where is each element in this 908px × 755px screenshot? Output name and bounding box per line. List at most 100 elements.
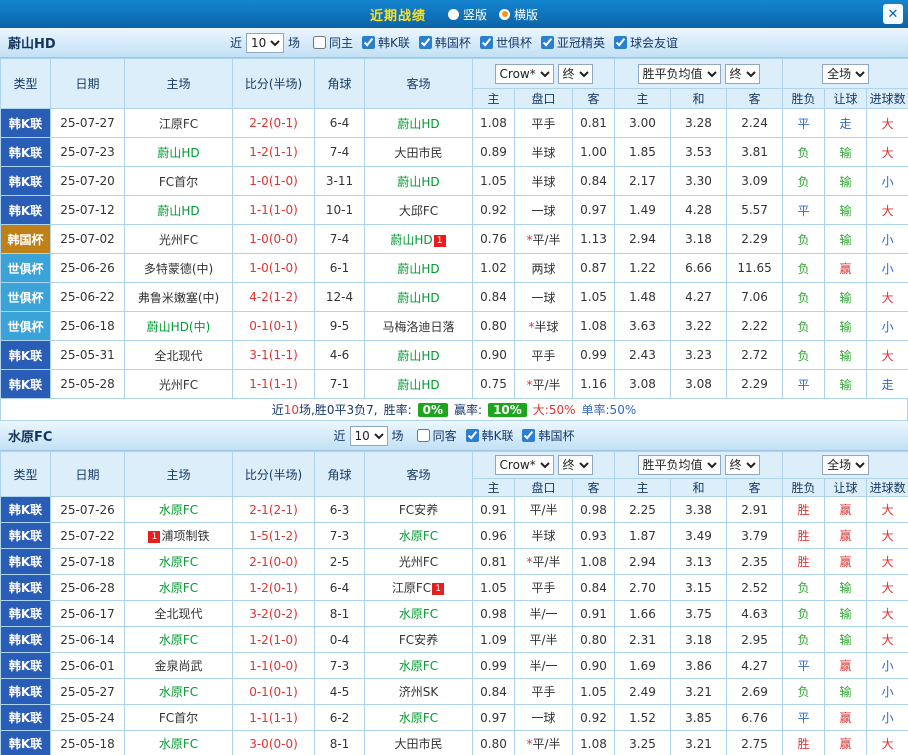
scope-select[interactable]: 全场 (822, 64, 869, 84)
date-cell: 25-07-18 (51, 549, 125, 575)
filter-亚冠精英[interactable]: 亚冠精英 (541, 34, 605, 51)
europe-source-select[interactable]: 胜平负均值 (638, 64, 721, 84)
home-team-cell: 弗鲁米嫩塞(中) (125, 283, 233, 312)
handicap-cell: 平/半 (515, 627, 573, 653)
result-goals: 大 (867, 627, 908, 653)
away-favor-mark: * (526, 737, 532, 751)
team-name: 蔚山HD (397, 349, 439, 363)
europe-away-odds: 3.09 (727, 167, 783, 196)
corner-cell: 4-6 (315, 341, 365, 370)
handicap-cell: *半球 (515, 312, 573, 341)
handicap-cell: 平手 (515, 109, 573, 138)
corner-cell: 8-1 (315, 731, 365, 755)
away-team-cell: 蔚山HD1 (365, 225, 473, 254)
match-row: 世俱杯25-06-22弗鲁米嫩塞(中)4-2(1-2)12-4蔚山HD0.84一… (1, 283, 908, 312)
result-wdl: 负 (783, 283, 825, 312)
europe-home-odds: 1.85 (615, 138, 671, 167)
result-handicap: 赢 (825, 254, 867, 283)
asia-stage-select[interactable]: 终 (558, 455, 593, 475)
home-team-cell: 金泉尚武 (125, 653, 233, 679)
team-name: 水原FC (399, 711, 438, 725)
match-count-select[interactable]: 10 (246, 33, 284, 53)
asia-home-odds: 1.05 (473, 167, 515, 196)
handicap-cell: 平/半 (515, 497, 573, 523)
filter-同主[interactable]: 同主 (313, 34, 353, 51)
filter-checkbox[interactable] (466, 429, 479, 442)
europe-home-odds: 1.22 (615, 254, 671, 283)
team-name: 水原FC (159, 633, 198, 647)
asia-away-odds: 1.13 (573, 225, 615, 254)
match-row: 世俱杯25-06-18蔚山HD(中)0-1(0-1)9-5马梅洛迪日落0.80*… (1, 312, 908, 341)
team-name: 蔚山HD (390, 233, 432, 247)
europe-draw-odds: 3.28 (671, 109, 727, 138)
corner-cell: 7-3 (315, 523, 365, 549)
away-team-cell: 马梅洛迪日落 (365, 312, 473, 341)
europe-home-odds: 1.69 (615, 653, 671, 679)
asia-home-odds: 0.89 (473, 138, 515, 167)
handicap-cell: 半/一 (515, 601, 573, 627)
filter-checkbox[interactable] (614, 36, 627, 49)
team-name: 水原FC (399, 529, 438, 543)
filter-checkbox[interactable] (480, 36, 493, 49)
asia-source-select[interactable]: Crow* (495, 455, 554, 475)
europe-away-odds: 2.52 (727, 575, 783, 601)
scope-select[interactable]: 全场 (822, 455, 869, 475)
filter-checkbox[interactable] (419, 36, 432, 49)
col-asia-away: 客 (573, 89, 615, 109)
col-home: 主场 (125, 452, 233, 497)
result-wdl: 平 (783, 109, 825, 138)
titlebar: 近期战绩 竖版 横版 ✕ (0, 0, 908, 28)
asia-away-odds: 1.00 (573, 138, 615, 167)
filter-checkbox[interactable] (313, 36, 326, 49)
filter-世俱杯[interactable]: 世俱杯 (480, 34, 532, 51)
filter-checkbox[interactable] (362, 36, 375, 49)
filter-checkbox[interactable] (522, 429, 535, 442)
europe-draw-odds: 3.13 (671, 549, 727, 575)
match-row: 韩K联25-07-20FC首尔1-0(1-0)3-11蔚山HD1.05半球0.8… (1, 167, 908, 196)
filter-韩国杯[interactable]: 韩国杯 (522, 427, 574, 444)
filter-韩K联[interactable]: 韩K联 (362, 34, 410, 51)
filter-韩国杯[interactable]: 韩国杯 (419, 34, 471, 51)
result-handicap: 输 (825, 627, 867, 653)
filter-checkbox[interactable] (541, 36, 554, 49)
europe-stage-select[interactable]: 终 (725, 64, 760, 84)
europe-draw-odds: 4.28 (671, 196, 727, 225)
match-row: 韩K联25-05-18水原FC3-0(0-0)8-1大田市民0.80*平/半1.… (1, 731, 908, 755)
asia-home-odds: 0.90 (473, 341, 515, 370)
filter-韩K联[interactable]: 韩K联 (466, 427, 514, 444)
europe-source-select[interactable]: 胜平负均值 (638, 455, 721, 475)
match-count-select[interactable]: 10 (350, 426, 388, 446)
date-cell: 25-07-22 (51, 523, 125, 549)
date-cell: 25-06-17 (51, 601, 125, 627)
away-team-cell: 蔚山HD (365, 341, 473, 370)
europe-stage-select[interactable]: 终 (725, 455, 760, 475)
europe-draw-odds: 3.15 (671, 575, 727, 601)
red-card-badge: 1 (434, 235, 446, 247)
home-team-cell: FC首尔 (125, 167, 233, 196)
handicap-rate-label: 赢率: (454, 401, 482, 418)
layout-radio-horizontal[interactable]: 横版 (499, 6, 538, 23)
team-name: 蔚山HD(中) (147, 320, 211, 334)
europe-draw-odds: 3.85 (671, 705, 727, 731)
summary-count: 10 (284, 403, 299, 417)
home-team-cell: 水原FC (125, 627, 233, 653)
europe-draw-odds: 3.23 (671, 341, 727, 370)
filter-球会友谊[interactable]: 球会友谊 (614, 34, 678, 51)
result-goals: 大 (867, 138, 908, 167)
league-cell: 韩K联 (1, 497, 51, 523)
radio-horizontal-label: 横版 (514, 6, 538, 23)
layout-radio-vertical[interactable]: 竖版 (448, 6, 487, 23)
date-cell: 25-06-26 (51, 254, 125, 283)
team-name: 大邱FC (399, 204, 438, 218)
asia-stage-select[interactable]: 终 (558, 64, 593, 84)
team-name: 蔚山HD (397, 291, 439, 305)
team-name: 水原FC (399, 659, 438, 673)
result-goals: 小 (867, 167, 908, 196)
league-cell: 韩K联 (1, 549, 51, 575)
result-wdl: 负 (783, 575, 825, 601)
filter-checkbox[interactable] (417, 429, 430, 442)
filter-同客[interactable]: 同客 (417, 427, 457, 444)
close-icon[interactable]: ✕ (883, 4, 903, 24)
asia-away-odds: 0.97 (573, 196, 615, 225)
asia-source-select[interactable]: Crow* (495, 64, 554, 84)
